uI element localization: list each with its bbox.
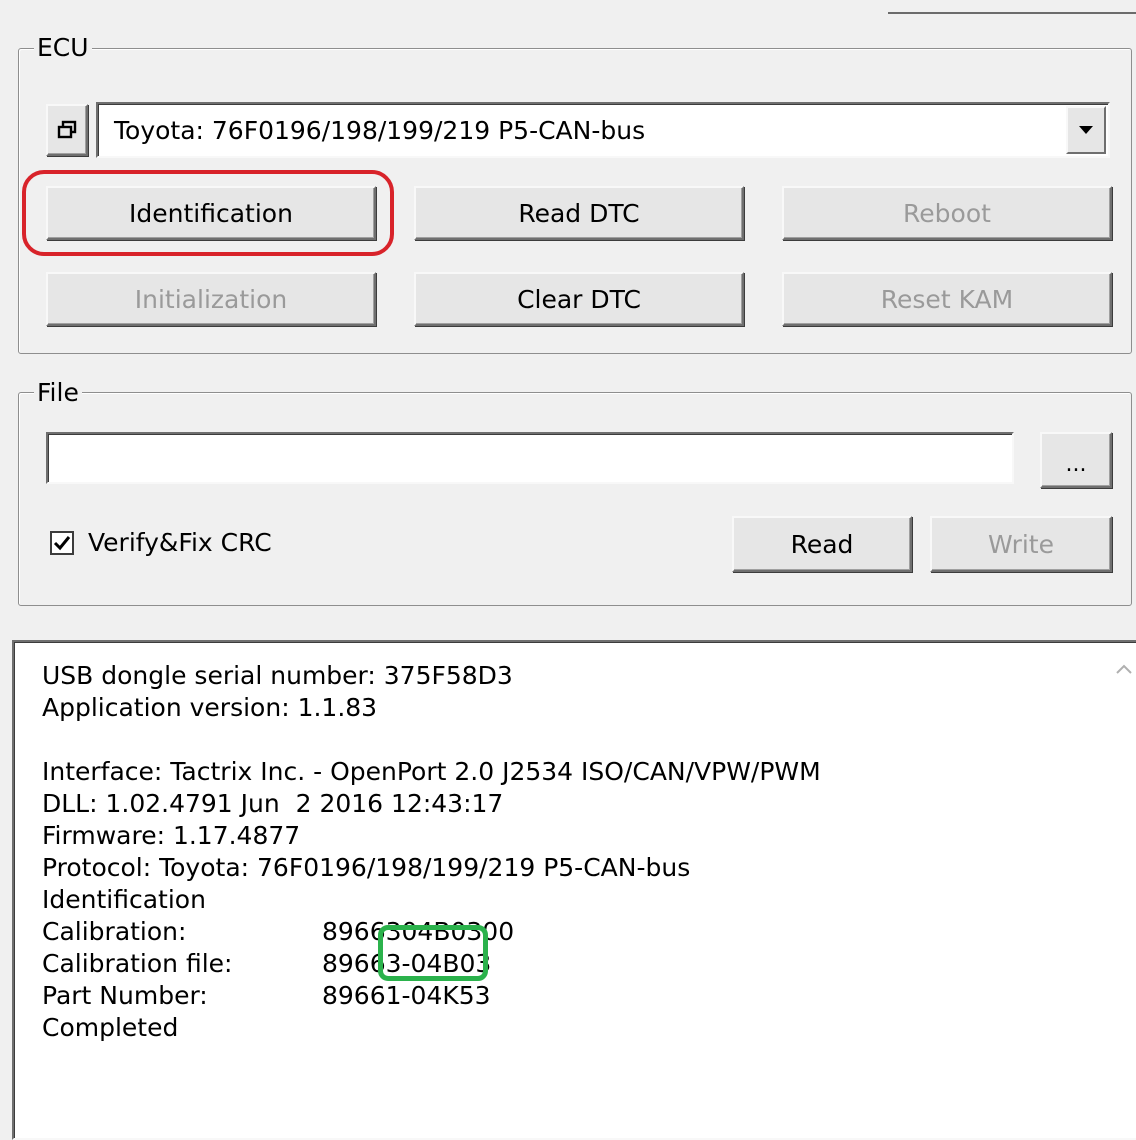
log-status: Completed bbox=[42, 1013, 179, 1042]
log-field-value: 89661-04K53 bbox=[322, 981, 491, 1010]
protocol-select-value: Toyota: 76F0196/198/199/219 P5-CAN-bus bbox=[114, 116, 646, 145]
file-path-input[interactable] bbox=[46, 432, 1014, 484]
initialization-button[interactable]: Initialization bbox=[46, 272, 376, 326]
top-divider bbox=[888, 12, 1136, 14]
verify-crc-label[interactable]: Verify&Fix CRC bbox=[88, 528, 272, 557]
log-lines: USB dongle serial number: 375F58D3 Appli… bbox=[42, 660, 821, 1044]
window-mode-button[interactable] bbox=[46, 104, 88, 156]
browse-button[interactable]: ... bbox=[1040, 432, 1112, 488]
read-dtc-button[interactable]: Read DTC bbox=[414, 186, 744, 240]
window-restore-icon bbox=[57, 120, 77, 139]
reset-kam-button[interactable]: Reset KAM bbox=[782, 272, 1112, 326]
ecu-group-label: ECU bbox=[34, 33, 92, 63]
calibration-file-highlight bbox=[378, 925, 488, 981]
log-field-part-number: Part Number: 89661-04K53 bbox=[42, 980, 821, 1012]
file-group-label: File bbox=[34, 378, 82, 408]
log-field-key: Calibration file: bbox=[42, 949, 233, 978]
log-line: Application version: 1.1.83 bbox=[42, 693, 378, 722]
reboot-button[interactable]: Reboot bbox=[782, 186, 1112, 240]
log-line: USB dongle serial number: 375F58D3 bbox=[42, 661, 513, 690]
chevron-down-icon bbox=[1079, 125, 1093, 134]
log-line: Interface: Tactrix Inc. - OpenPort 2.0 J… bbox=[42, 757, 821, 786]
log-line: Firmware: 1.17.4877 bbox=[42, 821, 301, 850]
log-line: Identification bbox=[42, 885, 206, 914]
checkmark-icon bbox=[53, 536, 71, 551]
file-groupbox bbox=[18, 392, 1132, 606]
log-line: DLL: 1.02.4791 Jun 2 2016 12:43:17 bbox=[42, 789, 504, 818]
read-button[interactable]: Read bbox=[732, 516, 912, 572]
log-field-key: Part Number: bbox=[42, 981, 208, 1010]
protocol-select[interactable]: Toyota: 76F0196/198/199/219 P5-CAN-bus bbox=[96, 102, 1110, 158]
chevron-up-icon bbox=[1116, 664, 1132, 674]
log-field-key: Calibration: bbox=[42, 917, 187, 946]
verify-crc-checkbox[interactable] bbox=[50, 531, 74, 555]
protocol-dropdown-button[interactable] bbox=[1066, 106, 1106, 154]
scroll-up-arrow[interactable] bbox=[1112, 658, 1136, 682]
identification-highlight bbox=[22, 170, 394, 256]
write-button[interactable]: Write bbox=[930, 516, 1112, 572]
clear-dtc-button[interactable]: Clear DTC bbox=[414, 272, 744, 326]
log-output[interactable]: USB dongle serial number: 375F58D3 Appli… bbox=[12, 640, 1136, 1140]
log-line: Protocol: Toyota: 76F0196/198/199/219 P5… bbox=[42, 853, 691, 882]
